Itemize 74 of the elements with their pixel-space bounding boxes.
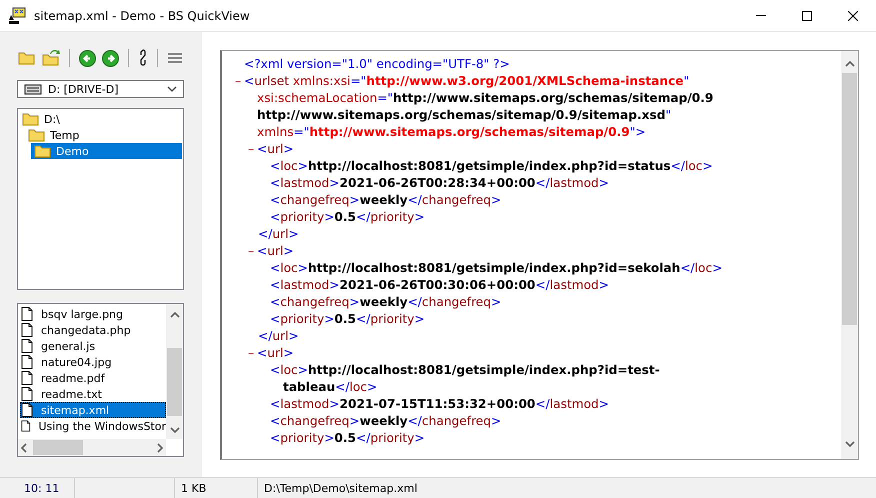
- file-size: 1 KB: [181, 482, 206, 494]
- xml-line: <loc>http://localhost:8081/getsimple/index.php?id=test-: [270, 362, 660, 379]
- xml-line: <loc>http://localhost:8081/getsimple/index.php?id=status</loc>: [270, 158, 713, 175]
- chevron-down-icon: [167, 86, 177, 92]
- xml-line: </url>: [258, 328, 299, 345]
- folder-tree-item[interactable]: Demo: [31, 143, 182, 159]
- drive-icon: [24, 84, 42, 94]
- file-list-item[interactable]: general.js: [20, 338, 166, 354]
- scroll-left-icon[interactable]: [21, 442, 27, 452]
- maximize-icon: [802, 10, 812, 20]
- xml-line: <changefreq>weekly</changefreq>: [270, 294, 502, 311]
- xml-line: </url>: [258, 226, 299, 243]
- xml-line: <url>: [257, 345, 294, 362]
- xml-line: <urlset xmlns:xsi="http://www.w3.org/2001/XMLSchema-instance": [244, 73, 690, 90]
- scroll-up-icon[interactable]: [844, 61, 854, 67]
- folder-up-icon: [42, 50, 60, 66]
- window-title: sitemap.xml - Demo - BS QuickView: [34, 8, 251, 22]
- xml-line: <url>: [257, 243, 294, 260]
- vertical-scrollbar[interactable]: [841, 51, 858, 459]
- drive-dropdown[interactable]: D: [DRIVE-D]: [17, 80, 184, 98]
- xml-line: <?xml version="1.0" encoding="UTF-8" ?>: [244, 56, 510, 73]
- document-icon: [21, 403, 33, 417]
- file-path: D:\Temp\Demo\sitemap.xml: [264, 482, 418, 494]
- scroll-down-icon[interactable]: [844, 441, 854, 447]
- collapse-toggle[interactable]: –: [232, 73, 244, 90]
- scroll-up-icon[interactable]: [170, 312, 180, 318]
- scroll-down-icon[interactable]: [170, 427, 180, 433]
- xml-line: <priority>0.5</priority>: [270, 311, 425, 328]
- folder-tree-item[interactable]: D:\: [19, 111, 182, 127]
- file-list-item[interactable]: Using the WindowsStor: [20, 418, 166, 434]
- document-icon: [21, 307, 33, 321]
- forward-button[interactable]: [102, 47, 119, 69]
- xml-line: <lastmod>2021-06-26T00:30:06+00:00</lastmod>: [270, 277, 610, 294]
- xml-line: <priority>0.5</priority>: [270, 209, 425, 226]
- file-list-item[interactable]: nature04.jpg: [20, 354, 166, 370]
- vertical-scrollbar[interactable]: [166, 304, 183, 439]
- folder-tree-item[interactable]: Temp: [25, 127, 182, 143]
- document-icon: [21, 387, 33, 401]
- document-icon: [21, 323, 33, 337]
- xml-line: http://www.sitemaps.org/schemas/sitemap/0.9/sitemap.xsd": [257, 107, 672, 124]
- xml-line: <changefreq>weekly</changefreq>: [270, 192, 502, 209]
- folder-icon: [18, 51, 36, 65]
- xml-line: <changefreq>weekly</changefreq>: [270, 413, 502, 430]
- xml-line: <lastmod>2021-07-15T11:53:32+00:00</lastmod>: [270, 396, 610, 413]
- document-icon: [21, 419, 30, 433]
- paperclip-icon: [138, 48, 148, 68]
- document-icon: [21, 371, 33, 385]
- file-list-item[interactable]: readme.pdf: [20, 370, 166, 386]
- minimize-icon: [756, 15, 766, 16]
- collapse-toggle[interactable]: –: [245, 243, 257, 260]
- horizontal-scrollbar[interactable]: [18, 439, 166, 456]
- file-list-item[interactable]: sitemap.xml: [20, 402, 166, 418]
- file-list-item[interactable]: changedata.php: [20, 322, 166, 338]
- cursor-position: 10: 11: [24, 482, 60, 494]
- xml-line: tableau</loc>: [283, 379, 378, 396]
- collapse-toggle[interactable]: –: [245, 141, 257, 158]
- app-logo-icon: [8, 6, 26, 24]
- xml-line: xsi:schemaLocation="http://www.sitemaps.org/schemas/sitemap/0.9: [257, 90, 714, 107]
- folder-icon: [22, 112, 40, 126]
- xml-line: xmlns="http://www.sitemaps.org/schemas/sitemap/0.9">: [257, 124, 646, 141]
- xml-line: <priority>0.5</priority>: [270, 430, 425, 447]
- file-list-item[interactable]: readme.txt: [20, 386, 166, 402]
- document-icon: [21, 339, 33, 353]
- xml-line: <lastmod>2021-06-26T00:28:34+00:00</lastmod>: [270, 175, 610, 192]
- document-icon: [21, 355, 33, 369]
- file-list-item[interactable]: bsqv large.png: [20, 306, 166, 322]
- menu-icon: [167, 51, 183, 65]
- scroll-right-icon[interactable]: [157, 442, 163, 452]
- collapse-toggle[interactable]: –: [245, 345, 257, 362]
- back-button[interactable]: [79, 47, 96, 69]
- close-icon: [848, 10, 858, 20]
- xml-line: <loc>http://localhost:8081/getsimple/index.php?id=sekolah</loc>: [270, 260, 722, 277]
- xml-line: <url>: [257, 141, 294, 158]
- folder-icon: [34, 144, 52, 158]
